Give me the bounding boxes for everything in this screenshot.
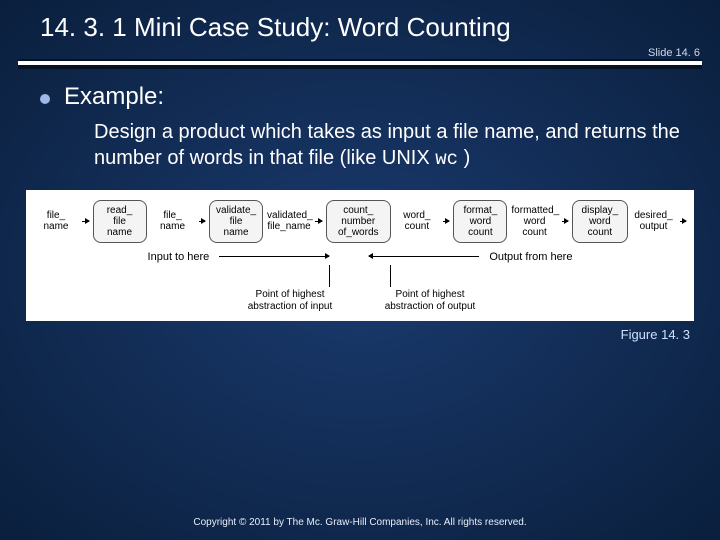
arrow-label-2: validated_ file_name — [267, 210, 311, 232]
diagram: file_ name read_ file name file_ name va… — [26, 190, 694, 321]
arrow-icon — [680, 221, 687, 222]
bullet-row: Example: — [40, 83, 680, 111]
content-area: Example: Design a product which takes as… — [0, 65, 720, 172]
body-suffix: ) — [458, 147, 470, 169]
abstraction-right: Point of highest abstraction of output — [375, 289, 485, 313]
vline-left — [329, 265, 330, 287]
io-row: Input to here Output from here — [34, 251, 686, 263]
arrow-icon — [82, 221, 89, 222]
flow-box-3: format_ word count — [453, 200, 507, 243]
vline-right — [390, 265, 391, 287]
slide-number: Slide 14. 6 — [0, 47, 720, 59]
arrow-label-5: desired_ output — [632, 210, 676, 232]
arrow-label-3: word_ count — [395, 210, 439, 232]
input-label: Input to here — [148, 251, 210, 263]
arrow-label-1: file_ name — [151, 210, 195, 232]
output-arrow-icon — [369, 256, 479, 257]
flow-row: file_ name read_ file name file_ name va… — [34, 200, 686, 243]
slide-title: 14. 3. 1 Mini Case Study: Word Counting — [0, 0, 720, 49]
copyright-text: Copyright © 2011 by The Mc. Graw-Hill Co… — [0, 517, 720, 528]
abstraction-left: Point of highest abstraction of input — [235, 289, 345, 313]
body-prefix: Design a product which takes as input a … — [94, 121, 680, 169]
arrow-icon — [315, 221, 322, 222]
arrow-icon — [443, 221, 450, 222]
body-paragraph: Design a product which takes as input a … — [94, 119, 680, 172]
flow-box-2: count_ number of_words — [326, 200, 391, 243]
figure-caption: Figure 14. 3 — [0, 327, 720, 342]
abstraction-row: Point of highest abstraction of input Po… — [34, 289, 686, 313]
bullet-label: Example: — [64, 83, 164, 111]
vline-row — [34, 265, 686, 287]
flow-box-0: read_ file name — [93, 200, 147, 243]
output-label: Output from here — [489, 251, 572, 263]
arrow-label-0: file_ name — [34, 210, 78, 232]
body-mono: wc — [435, 148, 458, 170]
flow-box-4: display_ word count — [572, 200, 627, 243]
arrow-icon — [562, 221, 569, 222]
input-arrow-icon — [219, 256, 329, 257]
bullet-icon — [40, 94, 50, 104]
arrow-icon — [199, 221, 206, 222]
arrow-label-4: formatted_ word count — [511, 205, 557, 238]
flow-box-1: validate_ file name — [209, 200, 263, 243]
